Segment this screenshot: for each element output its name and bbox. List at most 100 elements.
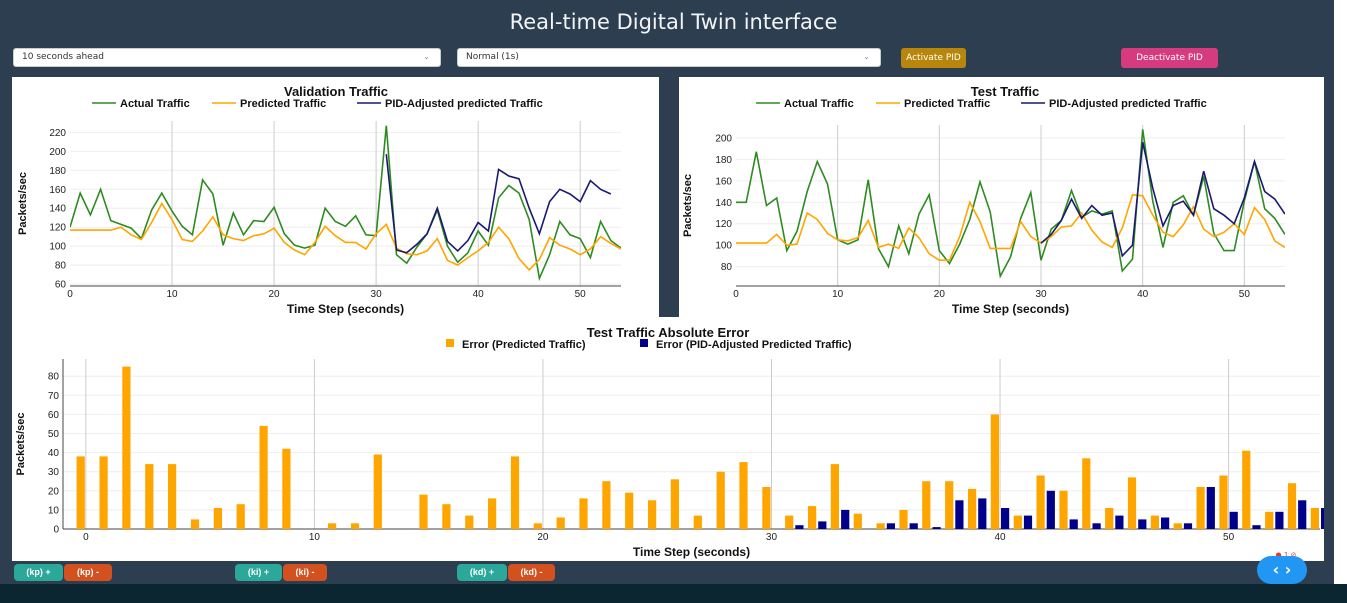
- bar-pid: [1252, 525, 1261, 529]
- bar-predicted: [1242, 450, 1251, 529]
- bar-predicted: [1173, 523, 1182, 529]
- bar-pid: [1183, 523, 1193, 529]
- bar-pid: [978, 498, 987, 529]
- kd-plus-button[interactable]: (kd) +: [457, 564, 507, 581]
- y-tick-label: 160: [49, 185, 66, 196]
- bar-predicted: [785, 515, 794, 529]
- x-axis-label: Time Step (seconds): [287, 302, 404, 316]
- legend-label: Predicted Traffic: [904, 98, 990, 110]
- bar-pid: [1275, 511, 1284, 529]
- x-tick-label: 40: [994, 532, 1006, 543]
- bar-pid: [1001, 508, 1010, 529]
- test-traffic-chart: 0 10 20 30 40 50 80 100 120 140 160 180 200 Test Traf…: [682, 84, 1285, 316]
- y-tick-label: 50: [48, 429, 60, 440]
- y-tick-label: 180: [49, 166, 66, 177]
- bar-predicted: [602, 481, 611, 529]
- x-tick-label: 10: [166, 289, 178, 300]
- y-tick-label: 80: [55, 261, 67, 272]
- bar-predicted: [1150, 515, 1159, 529]
- right-edge-strip: [1334, 0, 1347, 603]
- chart-title: Test Traffic Absolute Error: [587, 325, 750, 340]
- bar-predicted: [1127, 477, 1137, 529]
- bar-pid: [932, 527, 941, 529]
- x-tick-label: 10: [832, 289, 844, 300]
- kp-plus-button[interactable]: (kp) +: [14, 564, 63, 581]
- horizon-dropdown[interactable]: 10 seconds ahead ⌄: [13, 48, 441, 67]
- bar-predicted: [168, 464, 177, 529]
- bar-predicted: [533, 523, 542, 529]
- x-tick-label: 10: [309, 532, 321, 543]
- x-tick-label: 50: [575, 289, 587, 300]
- bar-predicted: [282, 448, 291, 529]
- bar-pid: [795, 525, 804, 529]
- x-tick-label: 50: [1239, 289, 1251, 300]
- bar-predicted: [990, 414, 999, 529]
- bar-pid: [818, 521, 827, 529]
- bar-predicted: [1287, 483, 1297, 529]
- bar-pid: [1229, 511, 1238, 529]
- bar-predicted: [1082, 458, 1091, 529]
- bar-predicted: [1013, 515, 1022, 529]
- legend-label: Actual Traffic: [120, 98, 190, 110]
- y-tick-label: 180: [715, 155, 732, 166]
- bar-predicted: [648, 500, 657, 529]
- bar-pid: [1069, 519, 1078, 529]
- legend-label: Actual Traffic: [784, 98, 854, 110]
- ki-minus-button[interactable]: (ki) -: [283, 564, 327, 581]
- bar-predicted: [899, 509, 908, 529]
- bar-predicted: [122, 366, 131, 529]
- bar-predicted: [465, 515, 474, 529]
- bar-predicted: [1219, 475, 1228, 529]
- bar-pid: [1023, 515, 1033, 529]
- bar-pid: [1092, 523, 1101, 529]
- bar-pid: [1138, 519, 1147, 529]
- series-line-2: [736, 193, 1285, 261]
- bar-predicted: [236, 504, 245, 529]
- bar-predicted: [945, 481, 954, 529]
- bar-predicted: [76, 456, 85, 529]
- y-tick-label: 10: [48, 505, 60, 516]
- bar-predicted: [693, 515, 702, 529]
- x-tick-label: 30: [371, 289, 383, 300]
- bar-predicted: [1105, 508, 1114, 529]
- legend-swatch: [446, 339, 454, 347]
- kp-minus-button[interactable]: (kp) -: [64, 564, 112, 581]
- error-panel: 0 10 20 30 40 50 0 10 20 30 40 50 60 70 80 Test Traffic…: [12, 317, 1330, 561]
- bar-predicted: [145, 464, 154, 529]
- x-tick-label: 30: [1035, 289, 1047, 300]
- bar-predicted: [328, 523, 337, 529]
- kd-minus-button[interactable]: (kd) -: [508, 564, 555, 581]
- chevron-left-right-icon[interactable]: ‹ ›: [1257, 556, 1307, 584]
- y-axis-label: Packets/sec: [15, 413, 27, 476]
- x-tick-label: 50: [1223, 532, 1235, 543]
- y-axis-label: Packets/sec: [17, 172, 29, 235]
- y-tick-label: 70: [48, 391, 60, 402]
- test-traffic-panel: 0 10 20 30 40 50 80 100 120 140 160 180 200 Test Traf…: [679, 77, 1324, 317]
- bar-predicted: [922, 481, 931, 529]
- y-tick-label: 120: [49, 223, 66, 234]
- y-tick-label: 80: [721, 262, 733, 273]
- y-tick-label: 140: [715, 198, 732, 209]
- bar-predicted: [579, 498, 588, 529]
- y-tick-label: 60: [48, 410, 60, 421]
- bar-predicted: [1265, 511, 1274, 529]
- bar-pid: [1161, 517, 1170, 529]
- legend-label: Error (Predicted Traffic): [462, 339, 586, 351]
- deactivate-pid-button[interactable]: Deactivate PID: [1121, 48, 1218, 68]
- bar-predicted: [1036, 475, 1045, 529]
- x-tick-label: 0: [733, 289, 739, 300]
- bar-predicted: [716, 471, 725, 529]
- bar-pid: [1321, 508, 1330, 529]
- bar-predicted: [419, 494, 428, 529]
- bar-predicted: [99, 456, 108, 529]
- mode-dropdown[interactable]: Normal (1s) ⌄: [457, 48, 881, 67]
- x-axis-label: Time Step (seconds): [952, 302, 1069, 316]
- legend-label: PID-Adjusted predicted Traffic: [1049, 98, 1207, 110]
- y-tick-label: 20: [48, 486, 60, 497]
- bar-predicted: [373, 454, 382, 529]
- legend-label: Predicted Traffic: [240, 98, 326, 110]
- chart-title: Test Traffic: [971, 84, 1039, 99]
- ki-plus-button[interactable]: (ki) +: [235, 564, 282, 581]
- bar-predicted: [853, 513, 862, 529]
- activate-pid-button[interactable]: Activate PID: [901, 48, 966, 68]
